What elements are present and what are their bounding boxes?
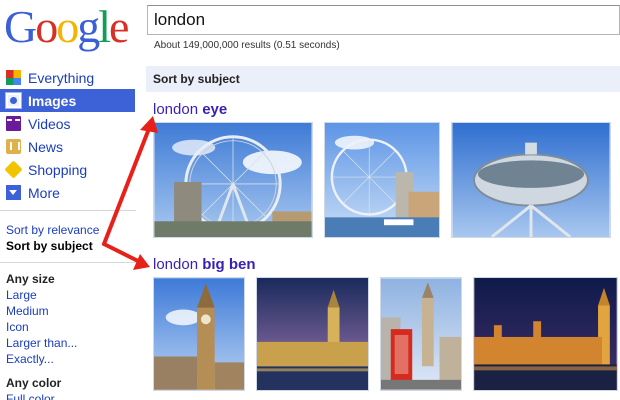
nav-item-news[interactable]: News — [0, 135, 135, 158]
nav-divider — [0, 262, 136, 263]
logo-letter: l — [98, 1, 111, 52]
image-result-london-eye-3[interactable] — [451, 122, 611, 238]
result-stats: About 149,000,000 results (0.51 seconds) — [154, 40, 340, 51]
sort-options: Sort by relevance Sort by subject — [6, 222, 99, 254]
image-result-big-ben-2[interactable] — [256, 277, 369, 391]
image-result-london-eye-2[interactable] — [324, 122, 440, 238]
london-eye-photo — [325, 123, 439, 237]
nav-item-more[interactable]: More — [0, 181, 135, 204]
size-filter: Any size Large Medium Icon Larger than..… — [6, 271, 77, 367]
group-subject: eye — [202, 101, 228, 118]
image-result-big-ben-3[interactable] — [380, 277, 462, 391]
logo-letter: g — [77, 1, 100, 52]
nav-item-label: Shopping — [28, 161, 88, 178]
nav-item-label: Videos — [28, 115, 71, 132]
logo-letter: e — [109, 1, 129, 52]
images-icon — [5, 92, 22, 109]
google-logo[interactable]: Google — [4, 2, 132, 52]
group-query: london — [153, 101, 199, 118]
size-option-icon[interactable]: Icon — [6, 319, 77, 335]
search-input[interactable] — [147, 5, 620, 35]
everything-icon — [6, 70, 21, 85]
size-option-exactly[interactable]: Exactly... — [6, 351, 77, 367]
nav-item-label: Images — [28, 92, 77, 109]
size-option-medium[interactable]: Medium — [6, 303, 77, 319]
nav-divider — [0, 210, 136, 211]
image-result-big-ben-1[interactable] — [153, 277, 245, 391]
sort-by-relevance-link[interactable]: Sort by relevance — [6, 222, 99, 238]
london-eye-pod-photo — [452, 123, 610, 237]
color-filter-title[interactable]: Any color — [6, 375, 61, 391]
logo-letter: G — [4, 1, 37, 52]
nav-item-shopping[interactable]: Shopping — [0, 158, 135, 181]
big-ben-night-photo — [257, 278, 368, 390]
size-option-larger-than[interactable]: Larger than... — [6, 335, 77, 351]
london-eye-photo — [154, 123, 312, 237]
size-option-large[interactable]: Large — [6, 287, 77, 303]
sort-by-subject-header: Sort by subject — [146, 66, 620, 92]
arrow-to-london-big-ben — [102, 242, 150, 270]
phone-box-big-ben-photo — [381, 278, 461, 390]
image-result-big-ben-4[interactable] — [473, 277, 618, 391]
color-filter: Any color Full color — [6, 375, 61, 400]
nav-item-everything[interactable]: Everything — [0, 66, 135, 89]
parliament-night-photo — [474, 278, 617, 390]
logo-letter: o — [35, 1, 58, 52]
big-ben-photo — [154, 278, 244, 390]
shopping-icon — [4, 160, 23, 179]
videos-icon — [6, 116, 21, 131]
nav-item-label: More — [28, 184, 60, 201]
size-filter-title[interactable]: Any size — [6, 271, 77, 287]
nav-item-label: News — [28, 138, 64, 155]
logo-letter: o — [56, 1, 79, 52]
search-type-nav: Everything Images Videos News Shopping M… — [0, 66, 135, 204]
group-query: london — [153, 256, 199, 273]
nav-item-videos[interactable]: Videos — [0, 112, 135, 135]
group-title-london-big-ben[interactable]: london big ben — [153, 256, 256, 273]
group-subject: big ben — [202, 256, 256, 273]
image-result-london-eye-1[interactable] — [153, 122, 313, 238]
group-title-london-eye[interactable]: london eye — [153, 101, 227, 118]
news-icon — [6, 139, 21, 154]
sort-by-subject-current: Sort by subject — [6, 239, 93, 253]
nav-item-images[interactable]: Images — [0, 89, 135, 112]
more-icon — [6, 185, 21, 200]
color-option-full-color[interactable]: Full color — [6, 391, 61, 400]
nav-item-label: Everything — [28, 69, 95, 86]
